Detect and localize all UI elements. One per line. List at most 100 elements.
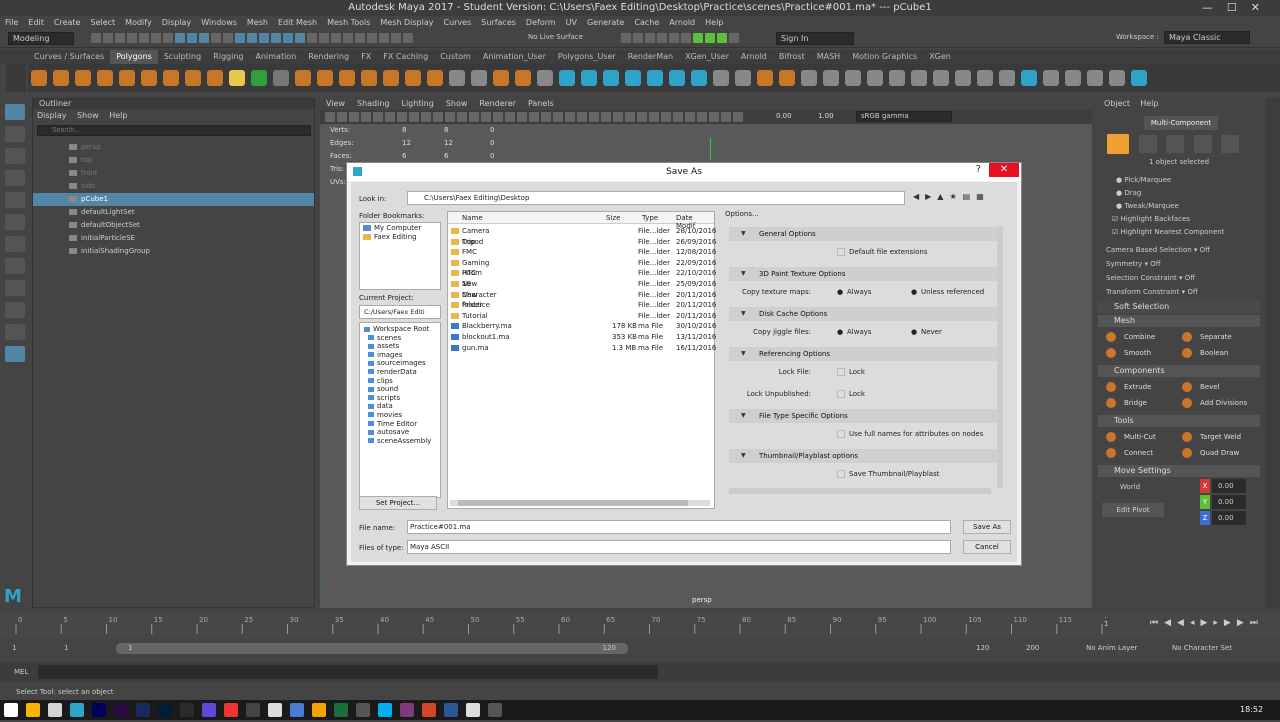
shelf-tool-icon[interactable] <box>537 70 553 86</box>
shelf-tool-icon[interactable] <box>735 70 751 86</box>
shelf-tool-icon[interactable] <box>1109 70 1125 86</box>
selection-constraint[interactable]: Selection Constraint ▾ Off <box>1106 271 1260 285</box>
shelf-tab-mash[interactable]: MASH <box>811 50 846 64</box>
shelf-tab-fx-caching[interactable]: FX Caching <box>377 50 434 64</box>
menu-edit-mesh[interactable]: Edit Mesh <box>273 16 322 29</box>
layout-persp-icon[interactable] <box>5 324 25 340</box>
pivot-x[interactable]: X 0.00 <box>1200 479 1246 495</box>
pivot-z[interactable]: Z 0.00 <box>1200 511 1246 527</box>
outliner-item-top[interactable]: top <box>33 154 314 167</box>
shelf-tool-icon[interactable] <box>1131 70 1147 86</box>
project-folder-autosave[interactable]: autosave <box>364 428 436 437</box>
project-folder-sceneassembly[interactable]: sceneAssembly <box>364 437 436 446</box>
edge-mode-icon[interactable] <box>1166 135 1185 153</box>
combine-button[interactable]: Combine <box>1098 329 1174 345</box>
project-folder-scripts[interactable]: scripts <box>364 394 436 403</box>
tools-section[interactable]: Tools <box>1098 415 1260 427</box>
shelf-tool-icon[interactable] <box>229 70 245 86</box>
section-referencing-options[interactable]: Referencing Options <box>729 347 997 361</box>
taskbar-app-icon[interactable] <box>26 703 40 717</box>
pick-option-drag[interactable]: ● Drag <box>1116 187 1260 200</box>
project-folder-clips[interactable]: clips <box>364 377 436 386</box>
viewport-menu-show[interactable]: Show <box>440 98 474 110</box>
taskbar-app-icon[interactable] <box>92 703 106 717</box>
shelf-tool-icon[interactable] <box>185 70 201 86</box>
shelf-tab-fx[interactable]: FX <box>355 50 377 64</box>
shelf-tool-icon[interactable] <box>911 70 927 86</box>
boolean-button[interactable]: Boolean <box>1174 345 1250 361</box>
shelf-tool-icon[interactable] <box>1043 70 1059 86</box>
menu-uv[interactable]: UV <box>561 16 582 29</box>
viewport-menu-shading[interactable]: Shading <box>351 98 396 110</box>
shelf-tool-icon[interactable] <box>31 70 47 86</box>
pivot-y[interactable]: Y 0.00 <box>1200 495 1246 511</box>
toolkit-tab-help[interactable]: Help <box>1140 99 1158 108</box>
file-name-input[interactable]: Practice#001.ma <box>407 520 951 534</box>
shelf-tool-icon[interactable] <box>625 70 641 86</box>
menu-arnold[interactable]: Arnold <box>664 16 700 29</box>
project-dropdown[interactable]: C:/Users/Faex Editi <box>359 305 441 319</box>
shelf-tab-bifrost[interactable]: Bifrost <box>773 50 811 64</box>
exposure-value[interactable]: 0.00 <box>776 112 792 120</box>
outliner-menu-show[interactable]: Show <box>73 109 103 122</box>
outliner-item-side[interactable]: side <box>33 180 314 193</box>
menu-curves[interactable]: Curves <box>438 16 476 29</box>
file-row[interactable]: Gaming Room File...lder 22/09/2016 <box>448 258 716 277</box>
project-folder-sourceimages[interactable]: sourceimages <box>364 359 436 368</box>
pick-option-tweak-marquee[interactable]: ● Tweak/Marquee <box>1116 200 1260 213</box>
rotate-tool-icon[interactable] <box>5 192 25 208</box>
mel-input[interactable] <box>38 665 658 679</box>
symmetry-setting[interactable]: Symmetry ▾ Off <box>1106 257 1260 271</box>
smooth-button[interactable]: Smooth <box>1098 345 1174 361</box>
shelf-tool-icon[interactable] <box>955 70 971 86</box>
shelf-tab-polygons[interactable]: Polygons <box>110 50 158 64</box>
anim-layer[interactable]: No Anim Layer <box>1086 644 1137 652</box>
taskbar-app-icon[interactable] <box>158 703 172 717</box>
shelf-tool-icon[interactable] <box>933 70 949 86</box>
checkbox[interactable] <box>837 470 845 478</box>
taskbar-app-icon[interactable] <box>400 703 414 717</box>
shelf-tool-icon[interactable] <box>273 70 289 86</box>
set-project-button[interactable]: Set Project... <box>359 496 437 510</box>
camera-based-selection[interactable]: Camera Based Selection ▾ Off <box>1106 243 1260 257</box>
shelf-tool-icon[interactable] <box>339 70 355 86</box>
character-set[interactable]: No Character Set <box>1172 644 1232 652</box>
components-section[interactable]: Components <box>1098 365 1260 377</box>
shelf-tool-icon[interactable] <box>427 70 443 86</box>
sign-in-dropdown[interactable]: Sign In <box>776 32 854 45</box>
separate-button[interactable]: Separate <box>1174 329 1250 345</box>
shelf-tab-polygons-user[interactable]: Polygons_User <box>552 50 622 64</box>
project-folder-time-editor[interactable]: Time Editor <box>364 420 436 429</box>
bookmark-my-computer[interactable]: My Computer <box>360 223 440 233</box>
viewport-menu-panels[interactable]: Panels <box>522 98 560 110</box>
viewport-menu-lighting[interactable]: Lighting <box>395 98 439 110</box>
shelf-tool-icon[interactable] <box>823 70 839 86</box>
menu-surfaces[interactable]: Surfaces <box>476 16 521 29</box>
shelf-tab-rendering[interactable]: Rendering <box>302 50 355 64</box>
checkbox[interactable] <box>837 430 845 438</box>
shelf-tool-icon[interactable] <box>317 70 333 86</box>
radio-button[interactable]: ● <box>837 325 843 339</box>
multi-component-button[interactable]: Multi-Component <box>1144 116 1218 130</box>
menu-mesh-display[interactable]: Mesh Display <box>375 16 438 29</box>
outliner-item-initialshadinggroup[interactable]: initialShadingGroup <box>33 245 314 258</box>
outliner-layout-icon[interactable] <box>5 346 25 362</box>
outliner-item-defaultlightset[interactable]: defaultLightSet <box>33 206 314 219</box>
file-row[interactable]: HTC 10 File...lder 22/10/2016 <box>448 268 716 288</box>
shelf-tool-icon[interactable] <box>449 70 465 86</box>
shelf-tool-icon[interactable] <box>1021 70 1037 86</box>
range-bar[interactable]: 1 120 <box>116 643 628 654</box>
project-folder-images[interactable]: images <box>364 351 436 360</box>
shelf-menu-gear-icon[interactable] <box>6 64 26 92</box>
outliner-item-persp[interactable]: persp <box>33 141 314 154</box>
taskbar-app-icon[interactable] <box>202 703 216 717</box>
menu-cache[interactable]: Cache <box>629 16 664 29</box>
lock-checkbox[interactable] <box>837 368 845 376</box>
menu-deform[interactable]: Deform <box>521 16 561 29</box>
shelf-tool-icon[interactable] <box>581 70 597 86</box>
side-tabs[interactable] <box>1266 98 1280 608</box>
shelf-tab-curves-surfaces[interactable]: Curves / Surfaces <box>28 50 110 64</box>
shelf-tool-icon[interactable] <box>779 70 795 86</box>
menu-mesh-tools[interactable]: Mesh Tools <box>322 16 375 29</box>
file-row[interactable]: Cop File...lder 26/09/2016 <box>448 237 716 248</box>
